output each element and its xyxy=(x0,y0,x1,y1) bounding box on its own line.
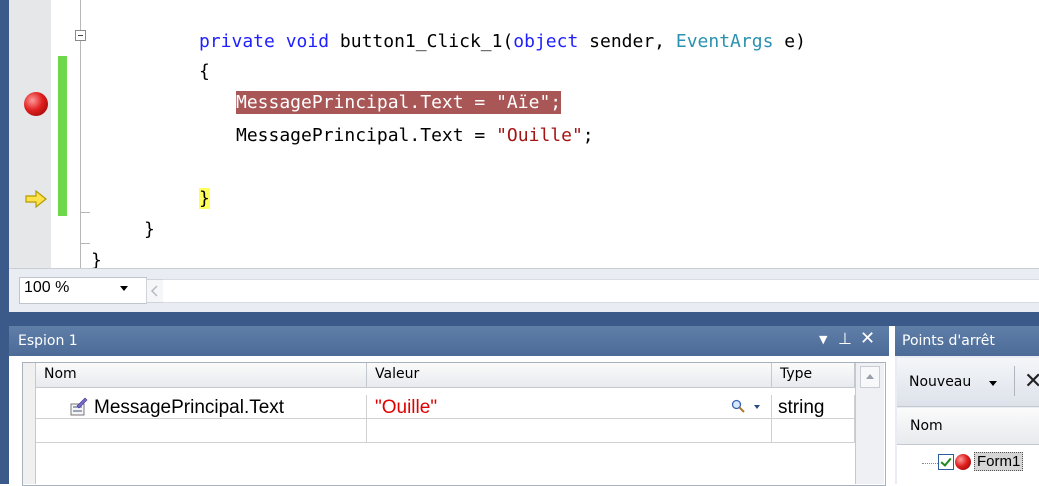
watch-window-title: Espion 1 xyxy=(18,333,78,349)
chevron-left-icon xyxy=(150,285,158,297)
code-line-current: } xyxy=(199,188,210,210)
code-line-ns-brace: } xyxy=(91,250,102,268)
visualizer-dropdown-icon[interactable] xyxy=(754,405,760,409)
param-e: e) xyxy=(773,31,806,52)
tree-connector xyxy=(922,463,938,464)
watch-cell-type-empty xyxy=(772,419,855,443)
method-name: button1_Click_1( xyxy=(339,31,514,52)
param-sender: sender, xyxy=(578,31,676,52)
watch-item-name: MessagePrincipal.Text xyxy=(94,397,285,418)
new-breakpoint-button[interactable]: Nouveau xyxy=(909,374,971,390)
property-icon xyxy=(70,397,88,416)
watch-item-type: string xyxy=(778,397,825,418)
watch-item-value: "Ouille" xyxy=(375,397,438,418)
scroll-left-button[interactable] xyxy=(146,279,164,303)
breakpoint-margin[interactable] xyxy=(9,0,51,268)
toolbar-separator xyxy=(1014,366,1015,396)
window-menu-dropdown-icon[interactable]: ▼ xyxy=(819,333,827,346)
magnifier-icon[interactable] xyxy=(731,399,745,413)
row-gutter xyxy=(23,363,36,484)
chevron-down-icon[interactable] xyxy=(989,381,997,386)
string-literal: "Ouille" xyxy=(496,125,583,146)
string-literal: "Aïe" xyxy=(496,92,551,113)
code-line-signature: private void button1_Click_1(object send… xyxy=(199,31,806,53)
outline-tick xyxy=(80,212,90,213)
panel-separator xyxy=(9,312,1039,326)
keyword-void: void xyxy=(285,31,330,52)
column-header-label: Nom xyxy=(44,366,77,382)
chevron-down-icon[interactable] xyxy=(120,286,128,291)
watch-window-titlebar[interactable] xyxy=(9,326,889,356)
code-line-ouille: MessagePrincipal.Text = "Ouille"; xyxy=(236,125,594,147)
zoom-value: 100 % xyxy=(24,279,70,296)
column-header-label: Valeur xyxy=(375,366,420,382)
watch-cell-type: string xyxy=(772,395,855,419)
column-header-value[interactable]: Valeur xyxy=(367,363,772,388)
breakpoint-label[interactable]: Form1 xyxy=(974,452,1024,471)
watch-cell-name[interactable]: MessagePrincipal.Text xyxy=(36,395,367,419)
outline-tick xyxy=(80,243,90,244)
collapse-toggle[interactable] xyxy=(75,30,86,41)
keyword-object: object xyxy=(513,31,579,52)
code-text: ; xyxy=(582,125,594,146)
watch-cell-value[interactable]: "Ouille" xyxy=(367,395,772,419)
code-text: ; xyxy=(550,92,562,113)
code-line-class-brace: } xyxy=(144,219,155,240)
breakpoint-icon[interactable] xyxy=(24,92,48,116)
code-text: MessagePrincipal.Text = xyxy=(236,92,497,113)
watch-cell-value-empty[interactable] xyxy=(367,419,772,443)
breakpoint-highlight: MessagePrincipal.Text = "Aïe"; xyxy=(236,91,562,114)
column-header-name[interactable]: Nom xyxy=(36,363,367,388)
change-tracking-bar xyxy=(58,56,67,216)
code-line-breakpoint: MessagePrincipal.Text = "Aïe"; xyxy=(236,91,562,114)
code-editor[interactable]: private void button1_Click_1(object send… xyxy=(0,0,1039,268)
type-eventargs: EventArgs xyxy=(675,31,774,52)
breakpoint-icon xyxy=(955,454,971,470)
close-icon[interactable]: ✕ xyxy=(860,328,875,349)
column-header-label: Type xyxy=(780,366,813,382)
code-line-open-brace: { xyxy=(199,61,210,82)
horizontal-scrollbar[interactable] xyxy=(163,279,1039,303)
delete-icon[interactable]: ✕ xyxy=(1024,369,1039,394)
code-text: MessagePrincipal.Text = xyxy=(236,125,497,146)
column-header-type[interactable]: Type xyxy=(772,363,855,388)
watch-cell-name-empty[interactable] xyxy=(36,419,367,443)
window-frame-left xyxy=(0,0,9,484)
column-header-label: Nom xyxy=(910,418,943,434)
pin-icon[interactable]: ⊥ xyxy=(838,329,852,348)
current-statement-arrow-icon xyxy=(25,190,47,208)
scroll-up-button[interactable] xyxy=(860,366,880,388)
breakpoint-enabled-checkbox[interactable] xyxy=(938,454,954,470)
breakpoints-window-title: Points d'arrêt xyxy=(902,333,995,349)
current-statement-highlight: } xyxy=(199,188,210,209)
keyword-private: private xyxy=(199,31,275,52)
